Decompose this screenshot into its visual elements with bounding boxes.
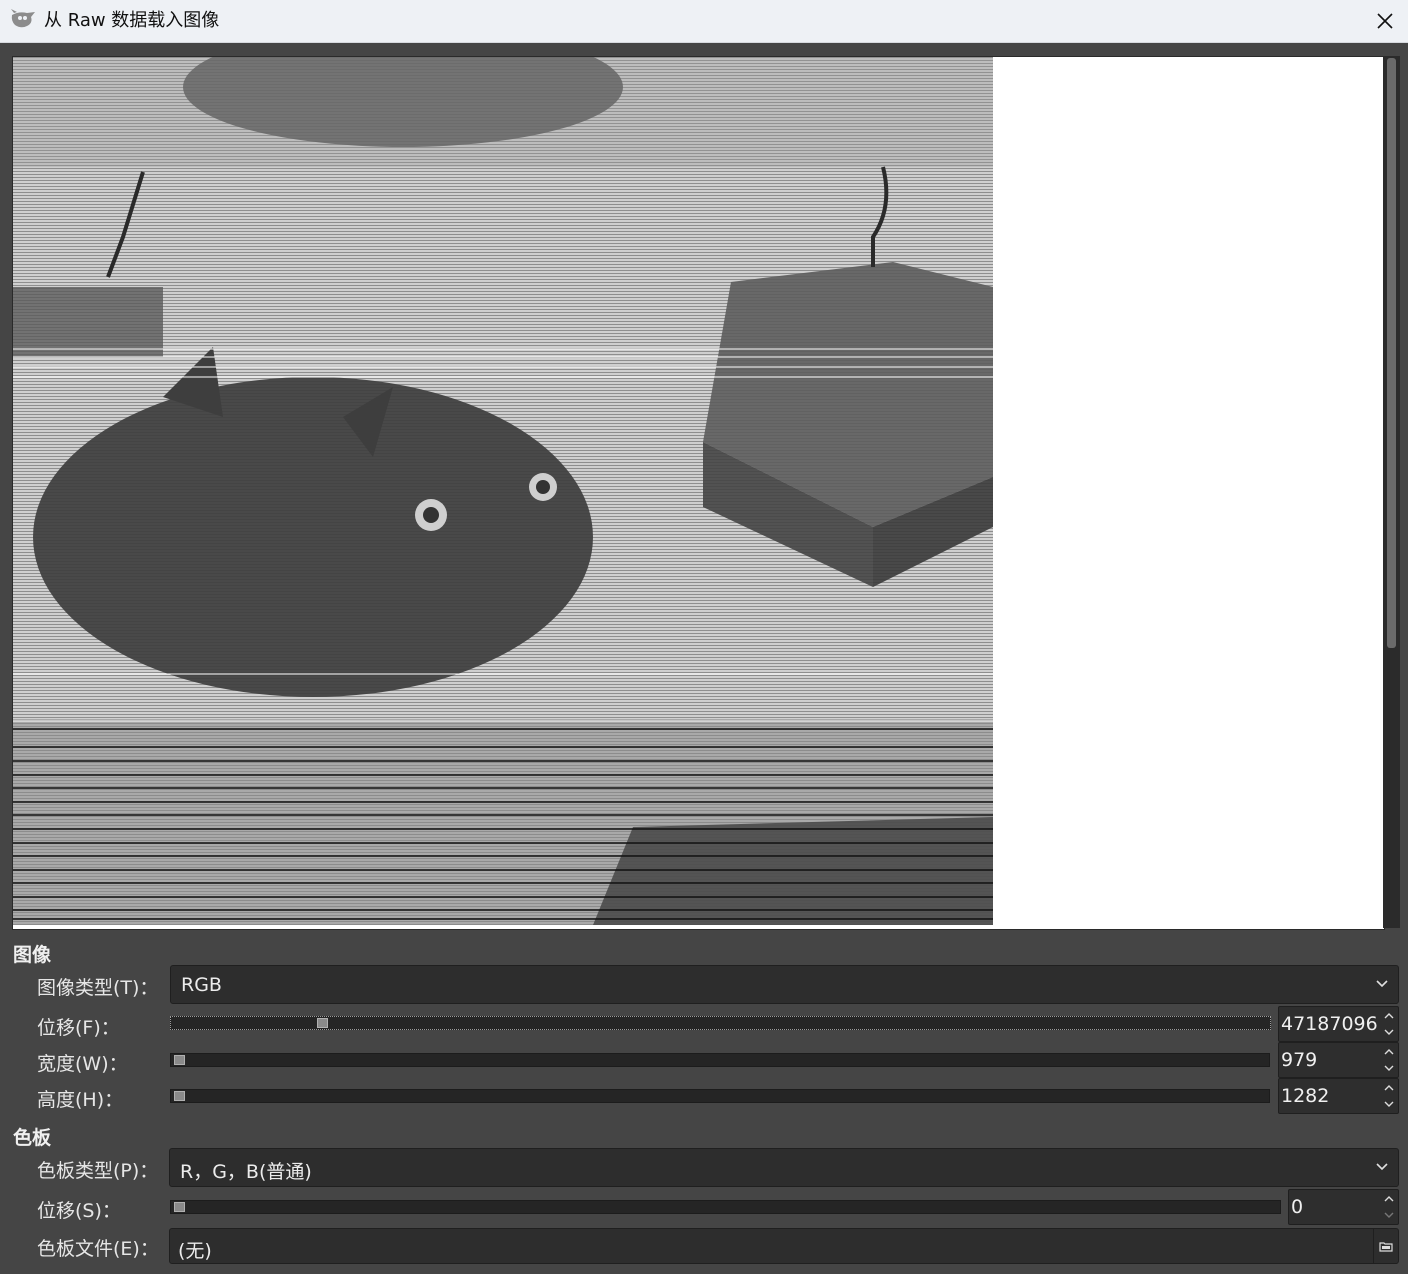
spin-up-icon[interactable]: [1384, 1083, 1394, 1093]
palette-type-combo[interactable]: R，G，B(普通): [169, 1148, 1399, 1187]
height-spinbox[interactable]: 1282: [1278, 1078, 1399, 1114]
palette-type-label: 色板类型(P)：: [37, 1160, 159, 1182]
image-type-label: 图像类型(T)：: [37, 977, 159, 999]
height-value: 1282: [1281, 1085, 1330, 1107]
folder-icon: [1379, 1242, 1393, 1252]
image-type-combo[interactable]: RGB: [170, 965, 1399, 1004]
width-slider[interactable]: [170, 1053, 1270, 1067]
width-value: 979: [1281, 1049, 1318, 1071]
offset-slider-handle[interactable]: [317, 1018, 328, 1028]
offset-slider[interactable]: [170, 1016, 1271, 1030]
palette-offset-value: 0: [1291, 1196, 1304, 1218]
close-icon: [1377, 13, 1393, 29]
image-preview: [12, 56, 1385, 930]
spin-up-icon[interactable]: [1384, 1194, 1394, 1204]
palette-file-value: (无): [178, 1240, 212, 1262]
palette-offset-slider-handle[interactable]: [174, 1202, 185, 1212]
raw-image-preview: [13, 57, 993, 925]
palette-offset-slider[interactable]: [170, 1200, 1281, 1214]
window-title: 从 Raw 数据载入图像: [44, 10, 220, 31]
spin-down-icon[interactable]: [1384, 1063, 1394, 1073]
offset-value: 47187096: [1281, 1013, 1378, 1035]
palette-type-value: R，G，B(普通): [180, 1161, 312, 1183]
spin-up-icon[interactable]: [1384, 1047, 1394, 1057]
palette-file-chooser[interactable]: (无): [169, 1228, 1399, 1264]
title-bar: 从 Raw 数据载入图像: [0, 0, 1408, 43]
height-label: 高度(H)：: [37, 1089, 124, 1111]
spin-down-icon[interactable]: [1384, 1099, 1394, 1109]
width-label: 宽度(W)：: [37, 1053, 128, 1075]
spin-down-icon[interactable]: [1384, 1027, 1394, 1037]
preview-scrollbar[interactable]: [1383, 56, 1400, 928]
gimp-icon: [9, 9, 37, 31]
height-slider[interactable]: [170, 1089, 1270, 1103]
width-spinbox[interactable]: 979: [1278, 1042, 1399, 1078]
spin-down-icon[interactable]: [1384, 1210, 1394, 1220]
width-slider-handle[interactable]: [174, 1055, 185, 1065]
offset-label: 位移(F)：: [37, 1017, 120, 1039]
file-open-button[interactable]: [1373, 1229, 1398, 1263]
close-button[interactable]: [1362, 0, 1408, 42]
palette-section-title: 色板: [13, 1127, 52, 1149]
chevron-down-icon: [1376, 980, 1388, 988]
palette-file-label: 色板文件(E)：: [37, 1238, 159, 1260]
palette-offset-spinbox[interactable]: 0: [1288, 1189, 1399, 1225]
chevron-down-icon: [1376, 1163, 1388, 1171]
scrollbar-thumb[interactable]: [1387, 58, 1396, 648]
palette-offset-label: 位移(S)：: [37, 1200, 121, 1222]
height-slider-handle[interactable]: [174, 1091, 185, 1101]
spin-up-icon[interactable]: [1384, 1011, 1394, 1021]
image-section-title: 图像: [13, 944, 52, 966]
image-type-value: RGB: [181, 974, 222, 996]
offset-spinbox[interactable]: 47187096: [1278, 1006, 1399, 1042]
